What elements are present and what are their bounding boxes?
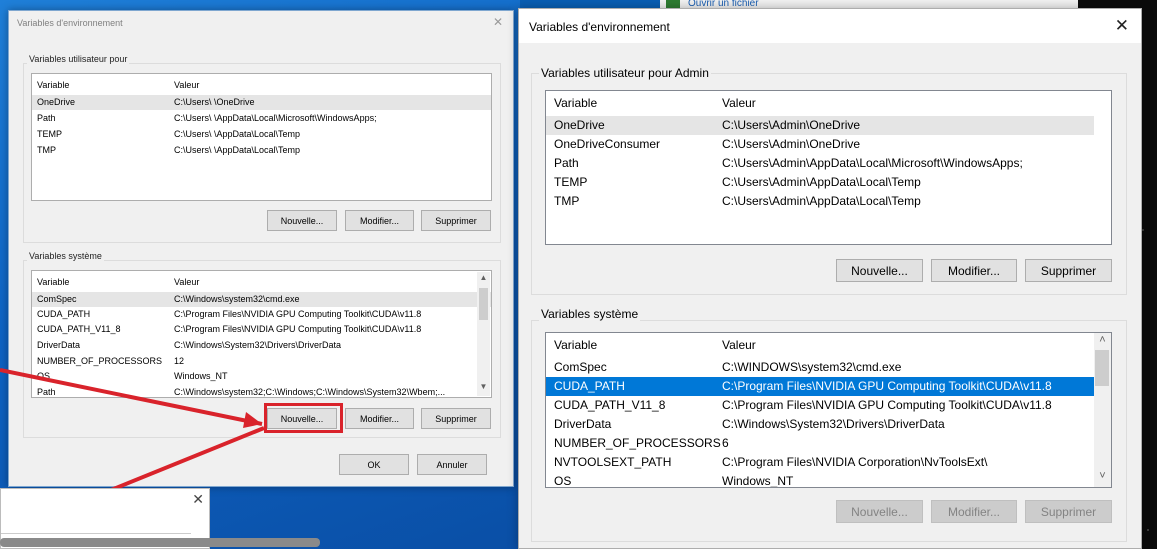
scroll-thumb[interactable]	[1095, 350, 1109, 386]
system-edit-button[interactable]: Modifier...	[931, 500, 1017, 523]
variable-value: C:\Program Files\NVIDIA GPU Computing To…	[722, 379, 1052, 393]
app-icon	[666, 0, 680, 8]
variable-name: OneDriveConsumer	[554, 137, 661, 151]
list-item[interactable]: OS Windows_NT	[546, 472, 1094, 488]
list-item[interactable]: CUDA_PATH_V11_8 C:\Program Files\NVIDIA …	[546, 396, 1094, 415]
column-header-variable[interactable]: Variable	[554, 96, 597, 110]
system-group-label: Variables système	[539, 307, 641, 321]
user-group-label: Variables utilisateur pour Admin	[539, 66, 711, 80]
variable-name: TEMP	[554, 175, 588, 189]
list-item[interactable]: OneDrive C:\Users\Admin\OneDrive	[546, 116, 1094, 135]
variable-name: OneDrive	[554, 118, 605, 132]
variable-value: C:\Program Files\NVIDIA Corporation\NvTo…	[722, 455, 988, 469]
variable-value: C:\WINDOWS\system32\cmd.exe	[722, 360, 902, 374]
list-item-selected[interactable]: CUDA_PATH C:\Program Files\NVIDIA GPU Co…	[546, 377, 1094, 396]
variable-name: CUDA_PATH_V11_8	[554, 398, 666, 412]
user-variables-list[interactable]: Variable Valeur OneDrive C:\Users\Admin\…	[545, 90, 1112, 245]
column-header-variable[interactable]: Variable	[554, 338, 597, 352]
list-item[interactable]: NVTOOLSEXT_PATH C:\Program Files\NVIDIA …	[546, 453, 1094, 472]
list-item[interactable]: TMP C:\Users\Admin\AppData\Local\Temp	[546, 192, 1094, 211]
user-edit-button[interactable]: Modifier...	[931, 259, 1017, 282]
close-icon[interactable]: ✕	[1115, 16, 1129, 36]
variable-name: ComSpec	[554, 360, 607, 374]
variable-name: DriverData	[554, 417, 612, 431]
variable-name: NVTOOLSEXT_PATH	[554, 455, 672, 469]
system-list-header: Variable Valeur	[546, 333, 1111, 357]
scroll-down-icon[interactable]: ˅	[1094, 470, 1111, 487]
close-icon[interactable]: ✕	[192, 491, 204, 508]
variable-value: Windows_NT	[722, 474, 794, 488]
user-list-header: Variable Valeur	[546, 91, 1111, 115]
variable-name: NUMBER_OF_PROCESSORS	[554, 436, 721, 450]
system-list-scrollbar[interactable]: ˄ ˅	[1094, 333, 1111, 487]
arrow-head	[243, 412, 262, 428]
horizontal-scrollbar[interactable]	[0, 538, 320, 547]
dialog-title: Variables d'environnement	[529, 20, 670, 34]
env-variables-dialog: Variables d'environnement ✕ Variables ut…	[518, 8, 1142, 549]
title-bar: Variables d'environnement ✕	[519, 9, 1141, 43]
variable-name: TMP	[554, 194, 580, 208]
annotation-arrows	[0, 368, 265, 537]
system-delete-button[interactable]: Supprimer	[1025, 500, 1112, 523]
divider	[1, 533, 191, 534]
system-new-button[interactable]: Nouvelle...	[836, 500, 923, 523]
user-delete-button[interactable]: Supprimer	[1025, 259, 1112, 282]
variable-value: C:\Program Files\NVIDIA GPU Computing To…	[722, 398, 1052, 412]
variable-name: OS	[554, 474, 572, 488]
list-item[interactable]: Path C:\Users\Admin\AppData\Local\Micros…	[546, 154, 1094, 173]
variable-value: 6	[722, 436, 729, 450]
list-item[interactable]: DriverData C:\Windows\System32\Drivers\D…	[546, 415, 1094, 434]
user-new-button[interactable]: Nouvelle...	[836, 259, 923, 282]
variable-value: C:\Windows\System32\Drivers\DriverData	[722, 417, 945, 431]
list-item[interactable]: TEMP C:\Users\Admin\AppData\Local\Temp	[546, 173, 1094, 192]
list-item[interactable]: ComSpec C:\WINDOWS\system32\cmd.exe	[546, 358, 1094, 377]
scroll-up-icon[interactable]: ˄	[1094, 334, 1111, 351]
variable-name: Path	[554, 156, 579, 170]
variable-value: C:\Users\Admin\OneDrive	[722, 137, 861, 151]
list-item[interactable]: NUMBER_OF_PROCESSORS 6	[546, 434, 1094, 453]
variable-value: C:\Users\Admin\OneDrive	[722, 118, 861, 132]
variable-value: C:\Users\Admin\AppData\Local\Microsoft\W…	[722, 156, 1023, 170]
column-header-value[interactable]: Valeur	[722, 338, 756, 352]
variable-value: C:\Users\Admin\AppData\Local\Temp	[722, 175, 921, 189]
list-item[interactable]: OneDriveConsumer C:\Users\Admin\OneDrive	[546, 135, 1094, 154]
variable-name: CUDA_PATH	[554, 379, 625, 393]
column-header-value[interactable]: Valeur	[722, 96, 756, 110]
annotation-arrow	[0, 368, 263, 426]
variable-value: C:\Users\Admin\AppData\Local\Temp	[722, 194, 921, 208]
system-variables-list[interactable]: Variable Valeur ComSpec C:\WINDOWS\syste…	[545, 332, 1112, 488]
